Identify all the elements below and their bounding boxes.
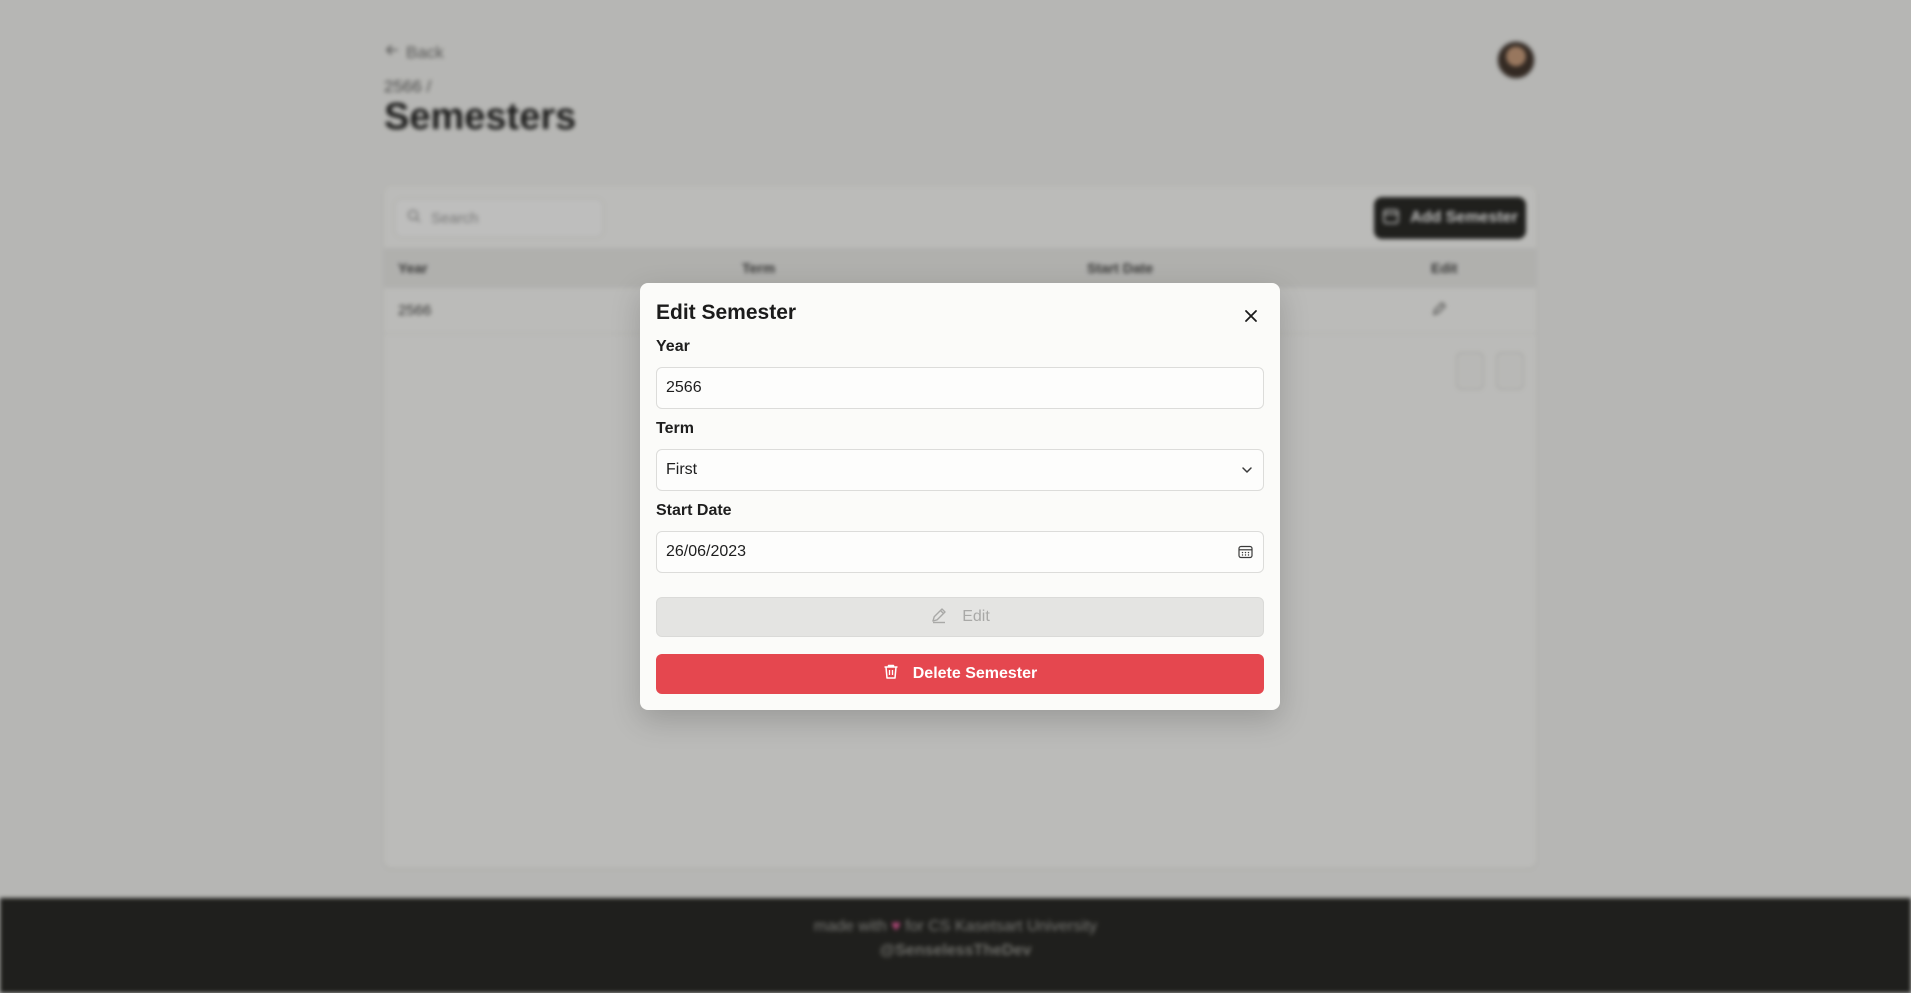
pencil-icon [930, 606, 948, 629]
dialog-title: Edit Semester [656, 301, 797, 324]
year-label: Year [656, 338, 690, 355]
edit-semester-dialog: Edit Semester Year Term First Start Date… [640, 283, 1280, 710]
close-button[interactable] [1238, 305, 1264, 331]
term-select[interactable]: First [656, 449, 1264, 491]
delete-semester-button[interactable]: Delete Semester [656, 654, 1264, 694]
start-date-input[interactable] [666, 543, 1254, 561]
term-selected-value: First [666, 461, 698, 478]
delete-button-label: Delete Semester [912, 665, 1038, 682]
year-input[interactable] [666, 379, 1254, 397]
edit-button[interactable]: Edit [656, 597, 1264, 637]
calendar-icon[interactable] [1238, 545, 1253, 559]
close-icon [1244, 309, 1258, 328]
term-label: Term [656, 420, 694, 437]
chevron-down-icon [1241, 464, 1253, 476]
start-date-field[interactable] [656, 531, 1264, 573]
edit-button-label: Edit [962, 608, 990, 625]
start-date-label: Start Date [656, 502, 732, 519]
year-field[interactable] [656, 367, 1264, 409]
trash-icon [883, 663, 899, 685]
